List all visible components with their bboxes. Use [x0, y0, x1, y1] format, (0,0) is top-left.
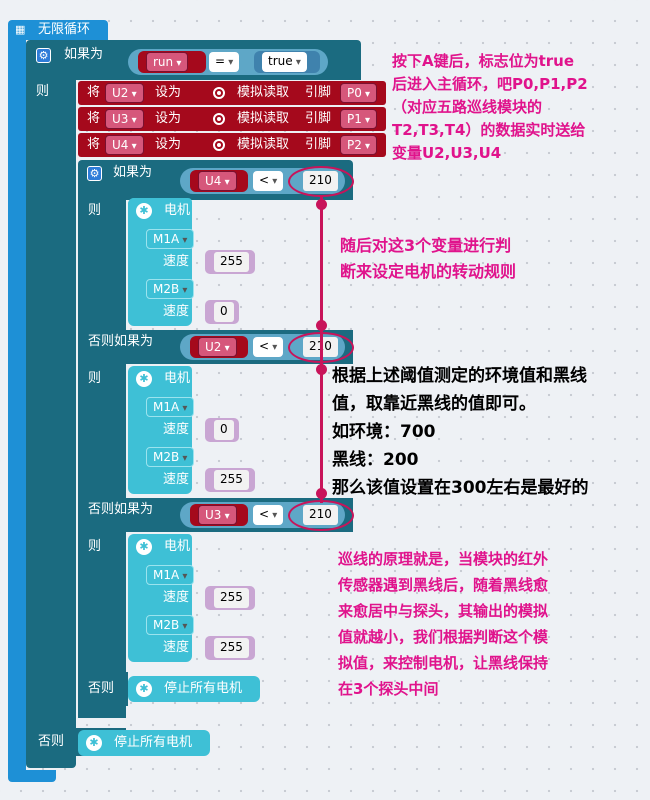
cond-2-highlight-ring	[288, 500, 354, 531]
blocks-workspace[interactable]: ▦ 无限循环 ⚙ 如果为 则 否则 run = true 将 U2 设为 模拟读…	[0, 0, 650, 800]
connector-dot-3	[316, 364, 327, 375]
outer-cond-value-dropdown[interactable]: true	[262, 52, 307, 72]
motor-2-m1-speed[interactable]: 255	[214, 588, 249, 608]
assign-0-var-dropdown[interactable]: U2	[105, 83, 144, 103]
motor-2-m1-dropdown[interactable]: M1A	[146, 565, 195, 585]
cond-1-var-dropdown[interactable]: U2	[198, 337, 237, 357]
forever-loop-label: 无限循环	[38, 22, 91, 37]
motor-0-title: 电机	[164, 203, 191, 218]
motor-2-speed-label-2: 速度	[163, 640, 190, 655]
grid-icon: ▦	[15, 23, 26, 36]
inner-else-label: 否则	[88, 681, 115, 696]
motor-0-speed-label-2: 速度	[163, 304, 190, 319]
assign-2-to-label: 设为	[155, 137, 182, 152]
connector-line	[320, 197, 323, 503]
motor-0-m1-dropdown[interactable]: M1A	[146, 229, 195, 249]
outer-else-label: 否则	[38, 734, 65, 749]
motor-1-speed-label-2: 速度	[163, 472, 190, 487]
assign-0-set-label: 将	[87, 85, 101, 100]
outer-if-footer	[26, 754, 76, 768]
outer-if-arm	[26, 78, 76, 764]
analog-pin-icon	[213, 113, 225, 125]
annotation-threshold: 根据上述阈值测定的环境值和黑线 值，取靠近黑线的值即可。 如环境：700 黑线：…	[332, 366, 589, 498]
inner-elseif-label-2: 否则如果为	[88, 502, 154, 517]
outer-cond-var-dropdown[interactable]: run	[146, 52, 189, 72]
outer-cond-op-dropdown[interactable]: =	[209, 52, 240, 72]
outer-if-gear-icon[interactable]: ⚙	[36, 48, 51, 63]
assign-1-var-dropdown[interactable]: U3	[105, 109, 144, 129]
motor-0-speed-label-1: 速度	[163, 254, 190, 269]
assign-0-to-label: 设为	[155, 85, 182, 100]
motor-icon: ✱	[86, 735, 102, 751]
inner-if-footer	[78, 704, 126, 718]
assign-1-pin-dropdown[interactable]: P1	[340, 109, 378, 129]
cond-1-op-dropdown[interactable]: <	[253, 337, 284, 357]
outer-then-label: 则	[36, 84, 50, 99]
inner-if-arm	[78, 198, 126, 718]
connector-dot-2	[316, 320, 327, 331]
assign-0-pin-dropdown[interactable]: P0	[340, 83, 378, 103]
assign-2-pin-label: 引脚	[305, 137, 332, 152]
assign-1-read-label: 模拟读取	[237, 111, 290, 126]
assign-2-read-label: 模拟读取	[237, 137, 290, 152]
motor-1-m2-dropdown[interactable]: M2B	[146, 447, 195, 467]
assign-2-var-dropdown[interactable]: U4	[105, 135, 144, 155]
inner-then-label-1: 则	[88, 371, 102, 386]
cond-2-var-dropdown[interactable]: U3	[198, 505, 237, 525]
inner-if-label: 如果为	[113, 165, 153, 180]
annotation-top: 按下A键后，标志位为true 后进入主循环，吧P0,P1,P2 （对应五路巡线模…	[392, 52, 588, 162]
annotation-middle: 随后对这3个变量进行判 断来设定电机的转动规则	[340, 236, 517, 281]
outer-stop-all-motors-label: 停止所有电机	[114, 735, 193, 750]
motor-2-title: 电机	[164, 539, 191, 554]
motor-icon: ✱	[136, 371, 152, 387]
connector-dot-4	[316, 488, 327, 499]
motor-0-m1-speed[interactable]: 255	[214, 252, 249, 272]
assign-2-pin-dropdown[interactable]: P2	[340, 135, 378, 155]
motor-icon: ✱	[136, 681, 152, 697]
motor-2-speed-label-1: 速度	[163, 590, 190, 605]
motor-icon: ✱	[136, 203, 152, 219]
analog-pin-icon	[213, 139, 225, 151]
motor-1-m2-speed[interactable]: 255	[214, 470, 249, 490]
motor-1-m1-dropdown[interactable]: M1A	[146, 397, 195, 417]
motor-0-m2-dropdown[interactable]: M2B	[146, 279, 195, 299]
forever-loop-arm	[8, 38, 26, 778]
motor-2-m2-dropdown[interactable]: M2B	[146, 615, 195, 635]
assign-0-pin-label: 引脚	[305, 85, 332, 100]
outer-if-label: 如果为	[64, 47, 104, 62]
cond-0-var-dropdown[interactable]: U4	[198, 171, 237, 191]
inner-then-label-0: 则	[88, 203, 102, 218]
motor-1-m1-speed[interactable]: 0	[214, 420, 234, 440]
annotation-principle: 巡线的原理就是，当模块的红外 传感器遇到黑线后，随着黑线愈 来愈居中与探头，其输…	[338, 550, 549, 698]
motor-1-title: 电机	[164, 371, 191, 386]
cond-0-highlight-ring	[288, 166, 354, 197]
inner-stop-all-motors-label: 停止所有电机	[164, 681, 243, 696]
motor-0-m2-speed[interactable]: 0	[214, 302, 234, 322]
motor-2-m2-speed[interactable]: 255	[214, 638, 249, 658]
cond-2-op-dropdown[interactable]: <	[253, 505, 284, 525]
motor-icon: ✱	[136, 539, 152, 555]
cond-0-op-dropdown[interactable]: <	[253, 171, 284, 191]
analog-pin-icon	[213, 87, 225, 99]
forever-loop-footer	[8, 770, 56, 782]
inner-elseif-label-1: 否则如果为	[88, 334, 154, 349]
assign-1-pin-label: 引脚	[305, 111, 332, 126]
assign-0-read-label: 模拟读取	[237, 85, 290, 100]
motor-1-speed-label-1: 速度	[163, 422, 190, 437]
assign-2-set-label: 将	[87, 137, 101, 152]
inner-if-gear-icon[interactable]: ⚙	[87, 166, 102, 181]
inner-then-label-2: 则	[88, 539, 102, 554]
connector-dot-1	[316, 199, 327, 210]
assign-1-to-label: 设为	[155, 111, 182, 126]
assign-1-set-label: 将	[87, 111, 101, 126]
